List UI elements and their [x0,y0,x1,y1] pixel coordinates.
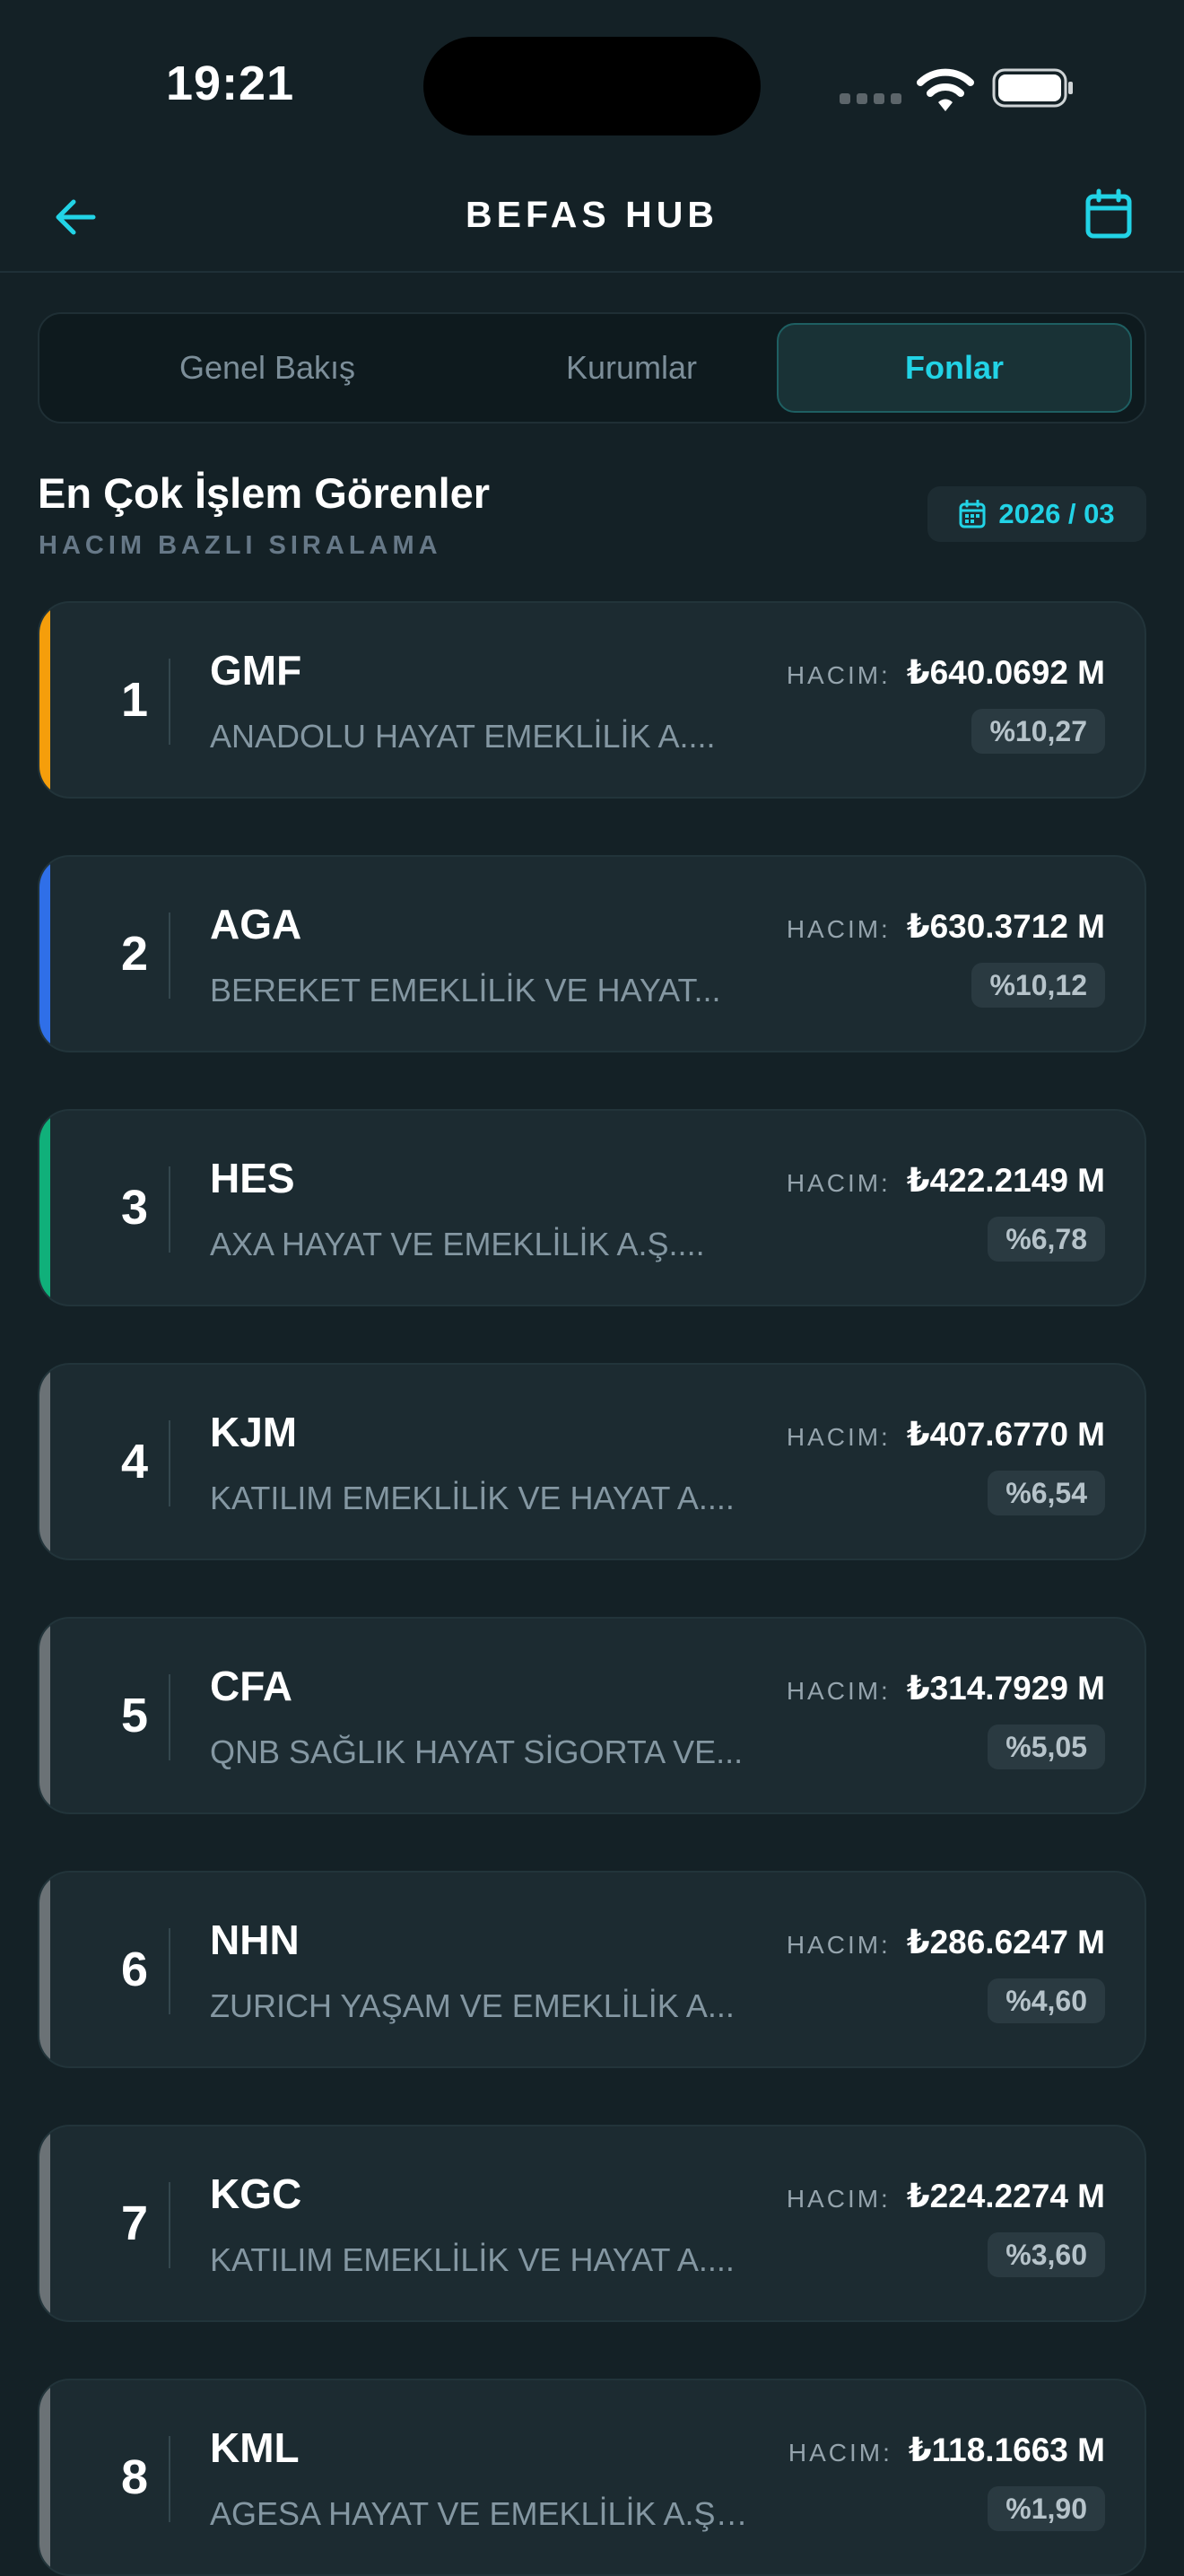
fund-rank: 7 [120,2196,149,2250]
volume-label: HACIM: [788,2439,892,2467]
share-badge: %10,27 [971,709,1105,754]
fund-card[interactable]: 1 GMF ANADOLU HAYAT EMEKLİLİK A.... HACI… [38,601,1146,799]
share-badge: %6,78 [988,1217,1105,1262]
fund-code: CFA [210,1663,292,1709]
tab-genel-bakis[interactable]: Genel Bakış [90,323,445,413]
tab-kurumlar[interactable]: Kurumlar [454,323,809,413]
wifi-icon [917,68,974,111]
date-filter-badge[interactable]: 2026 / 03 [927,486,1146,542]
divider [169,659,170,745]
volume-value: ₺314.7929 M [906,1670,1105,1707]
fund-rank: 2 [120,927,149,981]
fund-code: GMF [210,647,302,694]
fund-company-name: ZURICH YAŞAM VE EMEKLİLİK A... [210,1987,735,2024]
divider [169,1928,170,2014]
nav-title: BEFAS HUB [466,194,718,235]
rank-accent-bar [39,1365,50,1559]
fund-company-name: ANADOLU HAYAT EMEKLİLİK A.... [210,718,716,755]
rank-accent-bar [39,857,50,1051]
divider [169,2436,170,2522]
status-time: 19:21 [166,57,295,110]
divider [169,1420,170,1506]
divider [169,1166,170,1253]
rank-accent-bar [39,1873,50,2066]
volume-value: ₺630.3712 M [906,908,1105,945]
date-label: 2026 / 03 [998,498,1115,529]
rank-accent-bar [39,1111,50,1305]
volume-row: HACIM: ₺118.1663 M [788,2431,1105,2469]
divider [169,913,170,999]
fund-code: AGA [210,901,302,947]
volume-value: ₺422.2149 M [906,1162,1105,1199]
fund-code: NHN [210,1917,300,1963]
fund-code: KML [210,2424,300,2471]
fund-card[interactable]: 5 CFA QNB SAĞLIK HAYAT SİGORTA VE... HAC… [38,1617,1146,1814]
volume-label: HACIM: [786,1677,891,1705]
volume-value: ₺286.6247 M [906,1924,1105,1960]
volume-value: ₺224.2274 M [906,2178,1105,2214]
fund-company-name: KATILIM EMEKLİLİK VE HAYAT A.... [210,2241,735,2278]
fund-rank: 8 [120,2450,149,2504]
fund-card[interactable]: 4 KJM KATILIM EMEKLİLİK VE HAYAT A.... H… [38,1363,1146,1560]
section-title: En Çok İşlem Görenler [38,469,491,517]
volume-label: HACIM: [786,2185,891,2213]
volume-label: HACIM: [786,1169,891,1197]
fund-company-name: AGESA HAYAT VE EMEKLİLİK A.Ş.... [210,2495,748,2532]
calendar-icon[interactable] [1084,188,1134,240]
volume-value: ₺640.0692 M [906,654,1105,691]
segmented-tabs: Genel Bakış Kurumlar Fonlar [38,312,1146,424]
fund-card[interactable]: 3 HES AXA HAYAT VE EMEKLİLİK A.Ş.... HAC… [38,1109,1146,1306]
volume-value: ₺118.1663 M [908,2432,1105,2468]
volume-row: HACIM: ₺407.6770 M [787,1415,1105,1454]
rank-accent-bar [39,603,50,797]
tab-fonlar[interactable]: Fonlar [777,323,1132,413]
volume-row: HACIM: ₺640.0692 M [787,653,1105,692]
divider [169,2182,170,2268]
volume-label: HACIM: [786,1423,891,1451]
volume-value: ₺407.6770 M [906,1416,1105,1453]
volume-label: HACIM: [786,661,891,689]
rank-accent-bar [39,2380,50,2574]
share-badge: %3,60 [988,2232,1105,2277]
fund-code: KJM [210,1409,298,1455]
status-bar: 19:21 [0,0,1184,170]
divider [169,1674,170,1760]
battery-icon [992,68,1073,108]
volume-row: HACIM: ₺314.7929 M [787,1669,1105,1707]
fund-rank: 4 [120,1435,149,1489]
share-badge: %6,54 [988,1471,1105,1515]
volume-row: HACIM: ₺286.6247 M [787,1923,1105,1961]
share-badge: %4,60 [988,1978,1105,2023]
dynamic-island [423,37,761,135]
fund-rank: 3 [120,1181,149,1235]
fund-code: KGC [210,2170,302,2217]
volume-label: HACIM: [786,915,891,943]
fund-card[interactable]: 6 NHN ZURICH YAŞAM VE EMEKLİLİK A... HAC… [38,1871,1146,2068]
fund-company-name: KATILIM EMEKLİLİK VE HAYAT A.... [210,1480,735,1516]
nav-bar: BEFAS HUB [0,170,1184,273]
cellular-signal-icon [840,93,901,104]
section-subtitle: HACIM BAZLI SIRALAMA [39,531,442,560]
volume-row: HACIM: ₺422.2149 M [787,1161,1105,1200]
fund-company-name: BEREKET EMEKLİLİK VE HAYAT... [210,972,721,1009]
share-badge: %1,90 [988,2486,1105,2531]
fund-company-name: AXA HAYAT VE EMEKLİLİK A.Ş.... [210,1226,705,1262]
volume-row: HACIM: ₺630.3712 M [787,907,1105,946]
fund-code: HES [210,1155,295,1201]
rank-accent-bar [39,2126,50,2320]
fund-rank: 5 [120,1689,149,1742]
volume-label: HACIM: [786,1931,891,1959]
fund-card[interactable]: 7 KGC KATILIM EMEKLİLİK VE HAYAT A.... H… [38,2125,1146,2322]
rank-accent-bar [39,1619,50,1812]
volume-row: HACIM: ₺224.2274 M [787,2177,1105,2215]
fund-card[interactable]: 8 KML AGESA HAYAT VE EMEKLİLİK A.Ş.... H… [38,2379,1146,2576]
fund-company-name: QNB SAĞLIK HAYAT SİGORTA VE... [210,1733,744,1770]
fund-rank: 6 [120,1943,149,1996]
calendar-icon [959,500,986,528]
share-badge: %10,12 [971,963,1105,1008]
fund-rank: 1 [120,673,149,727]
share-badge: %5,05 [988,1725,1105,1769]
fund-card[interactable]: 2 AGA BEREKET EMEKLİLİK VE HAYAT... HACI… [38,855,1146,1052]
